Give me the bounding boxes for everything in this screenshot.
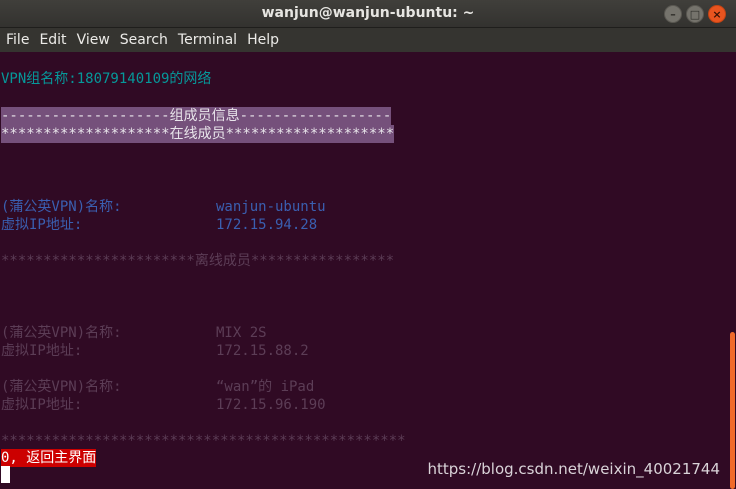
online-ip-label: 虚拟IP地址:	[1, 217, 83, 233]
window-title: wanjun@wanjun-ubuntu: ~	[261, 5, 475, 21]
offline-1-ip-value: 172.15.88.2	[216, 343, 309, 359]
return-option: 0, 返回主界面	[1, 449, 97, 467]
terminal-output[interactable]: VPN组名称:18079140109的网络 ------------------…	[0, 52, 728, 489]
online-header: ********************在线成员****************…	[1, 125, 395, 143]
menu-edit[interactable]: Edit	[39, 32, 66, 48]
offline-header: ***********************离线成员*************…	[1, 253, 395, 269]
menu-terminal[interactable]: Terminal	[178, 32, 237, 48]
offline-2-name-label: (蒲公英VPN)名称:	[1, 379, 122, 395]
close-button[interactable]: ×	[708, 5, 726, 23]
online-name-value: wanjun-ubuntu	[216, 199, 326, 215]
watermark: https://blog.csdn.net/weixin_40021744	[427, 460, 720, 478]
members-header: --------------------组成员信息---------------…	[1, 107, 392, 125]
offline-2-ip-label: 虚拟IP地址:	[1, 397, 83, 413]
offline-1-name-value: MIX 2S	[216, 325, 267, 341]
title-bar[interactable]: wanjun@wanjun-ubuntu: ~ – □ ×	[0, 0, 736, 28]
offline-1-ip-label: 虚拟IP地址:	[1, 343, 83, 359]
menu-bar: File Edit View Search Terminal Help	[0, 28, 736, 52]
terminal-cursor	[1, 466, 10, 483]
window-controls: – □ ×	[664, 5, 726, 23]
menu-search[interactable]: Search	[120, 32, 168, 48]
footer-stars: ****************************************…	[1, 433, 406, 449]
scrollbar-thumb[interactable]	[730, 332, 735, 489]
vpn-group-line: VPN组名称:18079140109的网络	[1, 71, 212, 87]
offline-1-name-label: (蒲公英VPN)名称:	[1, 325, 122, 341]
scrollbar[interactable]	[728, 52, 736, 489]
maximize-button[interactable]: □	[686, 5, 704, 23]
terminal-window: wanjun@wanjun-ubuntu: ~ – □ × File Edit …	[0, 0, 736, 489]
online-ip-value: 172.15.94.28	[216, 217, 318, 233]
offline-2-ip-value: 172.15.96.190	[216, 397, 326, 413]
menu-view[interactable]: View	[77, 32, 110, 48]
offline-2-name-value: “wan”的 iPad	[216, 379, 315, 395]
menu-help[interactable]: Help	[247, 32, 279, 48]
minimize-button[interactable]: –	[664, 5, 682, 23]
menu-file[interactable]: File	[6, 32, 29, 48]
online-name-label: (蒲公英VPN)名称:	[1, 199, 122, 215]
